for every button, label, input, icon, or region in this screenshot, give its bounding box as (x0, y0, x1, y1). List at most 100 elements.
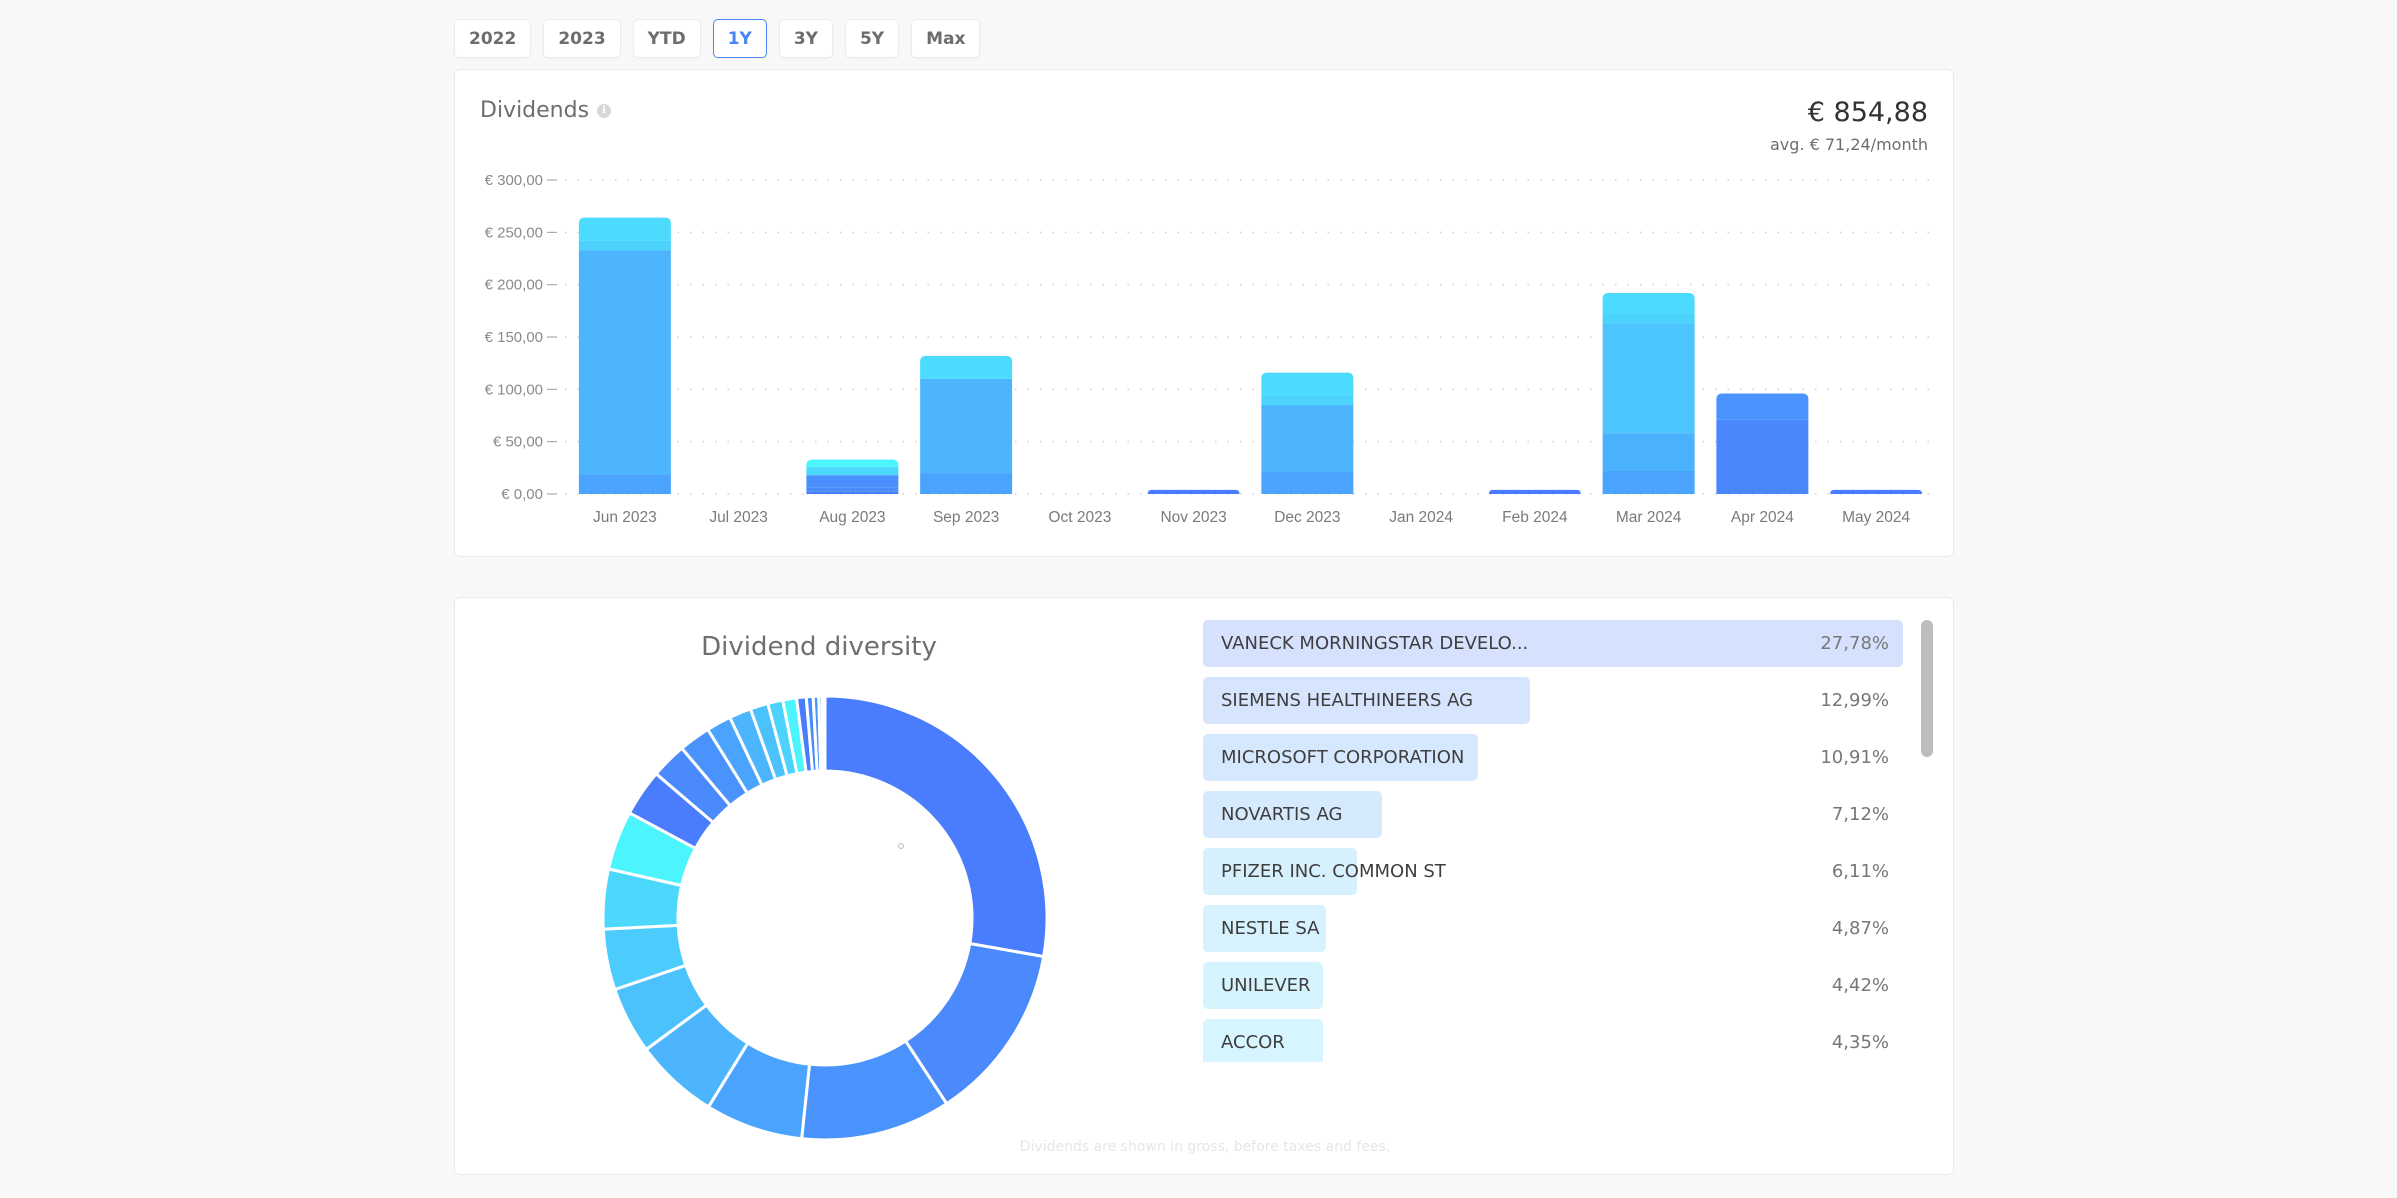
y-tick-label: € 50,00 (493, 434, 543, 451)
list-scrollbar[interactable] (1921, 620, 1933, 757)
diversity-list-item[interactable]: SIEMENS HEALTHINEERS AG 12,99% (1203, 677, 1903, 724)
bar-segment[interactable] (1602, 313, 1695, 324)
holding-name: MICROSOFT CORPORATION (1221, 747, 1465, 768)
y-tick-label: € 200,00 (485, 277, 543, 294)
x-tick-label: May 2024 (1842, 509, 1910, 526)
bar-feb-2024[interactable] (1488, 489, 1581, 494)
bar-segment[interactable] (1261, 472, 1354, 494)
bar-segment[interactable] (920, 473, 1013, 494)
bar-segment[interactable] (1602, 293, 1695, 314)
gross-dividends-footnote: Dividends are shown in gross, before tax… (1019, 1139, 1391, 1155)
bar-dec-2023[interactable] (1261, 372, 1354, 494)
range-button-3y[interactable]: 3Y (778, 19, 833, 58)
diversity-list-item[interactable]: ACCOR 4,35% (1203, 1019, 1903, 1062)
dividends-bar-chart: € 0,00 € 50,00 € 100,00 € 150,00 € 200,00 € 2… (485, 172, 1930, 526)
holding-percentage: 4,35% (1831, 1032, 1889, 1053)
holding-name: NOVARTIS AG (1221, 804, 1343, 825)
bar-segment[interactable] (1488, 489, 1581, 494)
dividends-monthly-average: avg. € 71,24/month (1770, 135, 1928, 154)
holding-name: NESTLE SA (1221, 918, 1320, 939)
diversity-list-item[interactable]: PFIZER INC. COMMON ST 6,11% (1203, 848, 1903, 895)
diversity-list-item[interactable]: VANECK MORNINGSTAR DEVELO... 27,78% (1203, 620, 1903, 667)
x-tick-label: Nov 2023 (1160, 509, 1226, 526)
donut-slice[interactable] (820, 694, 827, 773)
bar-segment[interactable] (1261, 405, 1354, 473)
diversity-donut-chart (601, 694, 1049, 1142)
y-tick-label: € 300,00 (485, 172, 543, 189)
bar-aug-2023[interactable] (806, 459, 899, 494)
bar-segment[interactable] (1261, 395, 1354, 406)
holding-percentage: 10,91% (1820, 747, 1889, 768)
bar-may-2024[interactable] (1830, 489, 1923, 494)
bar-segment[interactable] (578, 240, 671, 251)
bar-segment[interactable] (806, 487, 899, 492)
diversity-list-item[interactable]: NESTLE SA 4,87% (1203, 905, 1903, 952)
bar-segment[interactable] (1602, 323, 1695, 434)
bar-jun-2023[interactable] (578, 217, 671, 494)
y-tick-label: € 150,00 (485, 329, 543, 346)
bar-segment[interactable] (1602, 433, 1695, 471)
y-tick-label: € 0,00 (501, 486, 543, 503)
holding-name: SIEMENS HEALTHINEERS AG (1221, 690, 1474, 711)
range-button-max[interactable]: Max (911, 19, 981, 58)
bar-segment[interactable] (806, 475, 899, 488)
time-range-selector: 2022 2023 YTD 1Y 3Y 5Y Max (454, 19, 981, 58)
bar-segment[interactable] (920, 378, 1013, 474)
x-tick-label: Apr 2024 (1731, 509, 1794, 526)
x-tick-label: Mar 2024 (1616, 509, 1682, 526)
holding-percentage: 7,12% (1831, 804, 1889, 825)
bar-segment[interactable] (1602, 470, 1695, 494)
holding-name: ACCOR (1221, 1032, 1285, 1053)
x-tick-label: Sep 2023 (933, 509, 999, 526)
x-tick-label: Aug 2023 (819, 509, 885, 526)
diversity-list-item[interactable]: MICROSOFT CORPORATION 10,91% (1203, 734, 1903, 781)
bar-segment[interactable] (920, 355, 1013, 379)
holding-percentage: 4,42% (1831, 975, 1889, 996)
holding-name: PFIZER INC. COMMON ST (1221, 861, 1446, 882)
holding-percentage: 4,87% (1831, 918, 1889, 939)
bar-segment[interactable] (806, 491, 899, 494)
x-tick-label: Jan 2024 (1389, 509, 1453, 526)
bar-segment[interactable] (1716, 393, 1809, 420)
bar-segment[interactable] (806, 459, 899, 467)
diversity-title: Dividend diversity (701, 632, 937, 662)
x-tick-label: Feb 2024 (1502, 509, 1568, 526)
holding-percentage: 27,78% (1820, 633, 1889, 654)
donut-center-marker (898, 843, 904, 849)
bar-sep-2023[interactable] (920, 355, 1013, 494)
bar-segment[interactable] (1147, 489, 1240, 494)
holding-percentage: 6,11% (1831, 861, 1889, 882)
bar-segment[interactable] (578, 217, 671, 241)
y-tick-label: € 100,00 (485, 381, 543, 398)
bar-nov-2023[interactable] (1147, 489, 1240, 494)
bar-apr-2024[interactable] (1716, 393, 1809, 494)
holding-percentage: 12,99% (1820, 690, 1889, 711)
range-button-1y[interactable]: 1Y (712, 19, 767, 58)
diversity-list[interactable]: VANECK MORNINGSTAR DEVELO... 27,78% SIEMEN… (1203, 620, 1903, 1062)
x-tick-label: Jul 2023 (709, 509, 768, 526)
x-tick-label: Dec 2023 (1274, 509, 1340, 526)
dividends-total: € 854,88 (1807, 97, 1928, 128)
range-button-2022[interactable]: 2022 (454, 19, 532, 58)
holding-name: UNILEVER (1221, 975, 1311, 996)
bar-segment[interactable] (578, 474, 671, 494)
holding-name: VANECK MORNINGSTAR DEVELO... (1221, 633, 1529, 654)
dividend-diversity-card: Dividend diversity VANECK MORNINGSTAR DE… (454, 597, 1954, 1175)
bar-segment[interactable] (578, 250, 671, 475)
diversity-list-item[interactable]: UNILEVER 4,42% (1203, 962, 1903, 1009)
range-button-5y[interactable]: 5Y (844, 19, 900, 58)
y-tick-label: € 250,00 (485, 224, 543, 241)
range-button-2023[interactable]: 2023 (543, 19, 621, 58)
info-icon[interactable]: i (597, 103, 612, 118)
x-tick-label: Oct 2023 (1048, 509, 1111, 526)
x-tick-label: Jun 2023 (593, 509, 657, 526)
bar-segment[interactable] (1261, 372, 1354, 396)
bar-segment[interactable] (1830, 489, 1923, 494)
bar-segment[interactable] (1716, 419, 1809, 494)
bar-mar-2024[interactable] (1602, 293, 1695, 494)
donut-slice[interactable] (823, 694, 1049, 959)
dividends-title: Dividends i (480, 98, 612, 123)
bar-segment[interactable] (806, 466, 899, 476)
range-button-ytd[interactable]: YTD (632, 19, 701, 58)
diversity-list-item[interactable]: NOVARTIS AG 7,12% (1203, 791, 1903, 838)
